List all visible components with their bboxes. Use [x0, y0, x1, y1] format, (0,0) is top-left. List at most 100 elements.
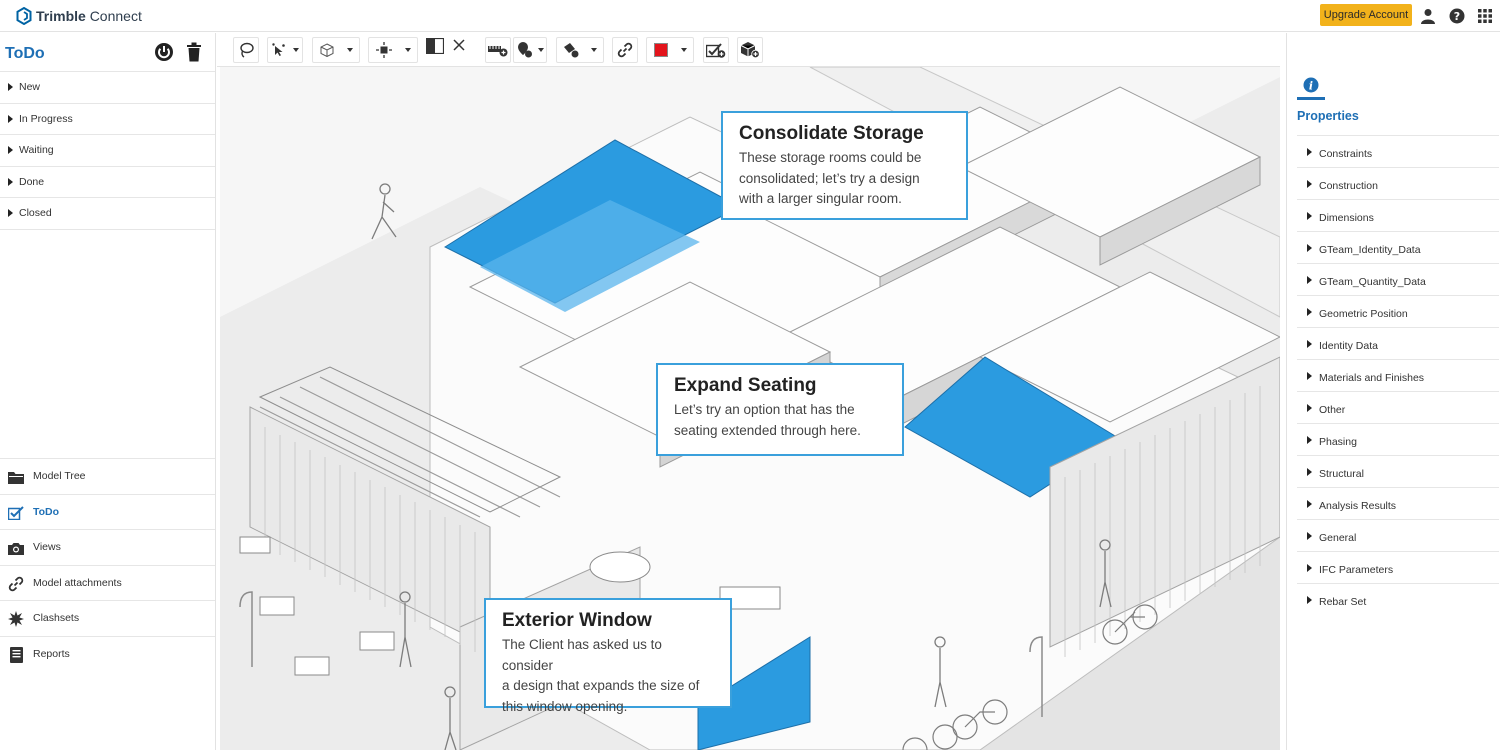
property-group[interactable]: GTeam_Quantity_Data	[1297, 263, 1499, 295]
annotation-line: Let’s try an option that has the	[674, 402, 855, 417]
expand-arrow-icon	[1307, 308, 1312, 316]
expand-arrow-icon	[8, 209, 13, 217]
expand-arrow-icon	[1307, 596, 1312, 604]
property-group[interactable]: Other	[1297, 391, 1499, 423]
nav-label: Clashsets	[33, 612, 80, 625]
section-center-icon	[369, 38, 399, 62]
annotation-line: These storage rooms could be	[739, 150, 922, 165]
property-group[interactable]: General	[1297, 519, 1499, 551]
tab-info[interactable]: i	[1297, 77, 1325, 100]
lasso-select-button[interactable]	[233, 37, 259, 63]
nav-views[interactable]: Views	[0, 529, 215, 565]
user-icon[interactable]	[1418, 6, 1438, 26]
property-group[interactable]: Structural	[1297, 455, 1499, 487]
object-button[interactable]	[737, 37, 763, 63]
property-group-label: Structural	[1319, 468, 1364, 480]
property-group-label: Geometric Position	[1319, 308, 1408, 320]
property-group[interactable]: Analysis Results	[1297, 487, 1499, 519]
chevron-down-icon	[681, 48, 687, 52]
property-group[interactable]: IFC Parameters	[1297, 551, 1499, 583]
paint-bucket-icon	[557, 38, 585, 62]
property-group-label: Phasing	[1319, 436, 1357, 448]
svg-text:i: i	[1309, 80, 1313, 93]
apps-grid-icon[interactable]	[1475, 6, 1495, 26]
status-group-closed[interactable]: Closed	[0, 198, 215, 230]
help-icon[interactable]: ?	[1447, 6, 1467, 26]
properties-title: Properties	[1297, 109, 1359, 123]
property-group[interactable]: Geometric Position	[1297, 295, 1499, 327]
power-icon[interactable]	[153, 41, 175, 63]
expand-arrow-icon	[8, 114, 13, 123]
annotation-line: seating extended through here.	[674, 422, 861, 438]
app-logo[interactable]: Trimble Connect	[16, 6, 142, 26]
annotation-line: consolidated; let’s try a design	[739, 170, 920, 186]
nav-model-attachments[interactable]: Model attachments	[0, 564, 215, 601]
property-group[interactable]: Construction	[1297, 167, 1499, 199]
property-group[interactable]: Materials and Finishes	[1297, 359, 1499, 391]
nav-clashsets[interactable]: Clashsets	[0, 600, 215, 636]
chevron-down-icon	[591, 48, 597, 52]
properties-list: Constraints Construction Dimensions GTea…	[1297, 135, 1499, 615]
nav-reports[interactable]: Reports	[0, 635, 215, 672]
folder-icon	[8, 469, 24, 485]
trash-icon[interactable]	[183, 41, 205, 63]
property-group-label: Construction	[1319, 180, 1378, 192]
property-group[interactable]: Dimensions	[1297, 199, 1499, 231]
view-cube-icon	[313, 38, 341, 62]
report-icon	[8, 646, 24, 663]
color-dropdown[interactable]	[646, 37, 694, 63]
expand-arrow-icon	[1307, 148, 1312, 156]
object-icon	[738, 38, 762, 62]
nav-label: Views	[33, 541, 61, 554]
property-group-label: General	[1319, 532, 1357, 544]
expand-arrow-icon	[1307, 500, 1312, 508]
status-group-done[interactable]: Done	[0, 167, 215, 198]
todo-check-icon	[8, 505, 24, 521]
annotation-line: The Client has asked us to consider	[502, 637, 662, 673]
app-name: Trimble Connect	[36, 8, 142, 24]
annotation-expand-seating[interactable]: Expand Seating Let’s try an option that …	[656, 363, 904, 456]
expand-arrow-icon	[8, 83, 13, 91]
close-x-icon[interactable]	[453, 38, 473, 56]
property-group-label: GTeam_Identity_Data	[1319, 244, 1421, 256]
add-todo-button[interactable]	[703, 37, 729, 63]
status-group-new[interactable]: New	[0, 72, 215, 104]
property-group[interactable]: Rebar Set	[1297, 583, 1499, 615]
section-center-dropdown[interactable]	[368, 37, 418, 63]
property-group-label: Constraints	[1319, 148, 1373, 160]
info-icon: i	[1303, 77, 1319, 93]
nav-model-tree[interactable]: Model Tree	[0, 458, 215, 494]
nav-todo[interactable]: ToDo	[0, 493, 215, 530]
property-group[interactable]: GTeam_Identity_Data	[1297, 231, 1499, 263]
markup-dropdown[interactable]	[513, 37, 547, 63]
view-cube-dropdown[interactable]	[312, 37, 360, 63]
upgrade-account-button[interactable]: Upgrade Account	[1320, 4, 1412, 26]
split-view-icon[interactable]	[425, 37, 450, 59]
property-group[interactable]: Constraints	[1297, 135, 1499, 167]
lasso-select-icon	[234, 38, 258, 62]
property-group-label: GTeam_Quantity_Data	[1319, 276, 1426, 288]
properties-panel: i Properties Constraints Construction Di…	[1286, 33, 1500, 750]
expand-arrow-icon	[1307, 372, 1312, 380]
property-group[interactable]: Identity Data	[1297, 327, 1499, 359]
status-group-in-progress[interactable]: In Progress	[0, 104, 215, 135]
link-button[interactable]	[612, 37, 638, 63]
link-icon	[613, 38, 637, 62]
paint-dropdown[interactable]	[556, 37, 604, 63]
link-icon	[8, 576, 24, 592]
property-group-label: Rebar Set	[1319, 596, 1367, 608]
property-group-label: IFC Parameters	[1319, 564, 1394, 576]
model-viewport[interactable]: Consolidate Storage These storage rooms …	[220, 67, 1280, 750]
selection-mode-dropdown[interactable]	[267, 37, 303, 63]
expand-arrow-icon	[1307, 532, 1312, 540]
status-group-waiting[interactable]: Waiting	[0, 135, 215, 167]
clash-icon	[8, 611, 24, 627]
expand-arrow-icon	[1307, 436, 1312, 444]
property-group[interactable]: Phasing	[1297, 423, 1499, 455]
annotation-exterior-window[interactable]: Exterior Window The Client has asked us …	[484, 598, 732, 714]
annotation-consolidate-storage[interactable]: Consolidate Storage These storage rooms …	[721, 111, 968, 220]
expand-arrow-icon	[1307, 244, 1312, 252]
expand-arrow-icon	[1307, 180, 1312, 188]
expand-arrow-icon	[1307, 404, 1312, 412]
measure-button[interactable]	[485, 37, 511, 63]
